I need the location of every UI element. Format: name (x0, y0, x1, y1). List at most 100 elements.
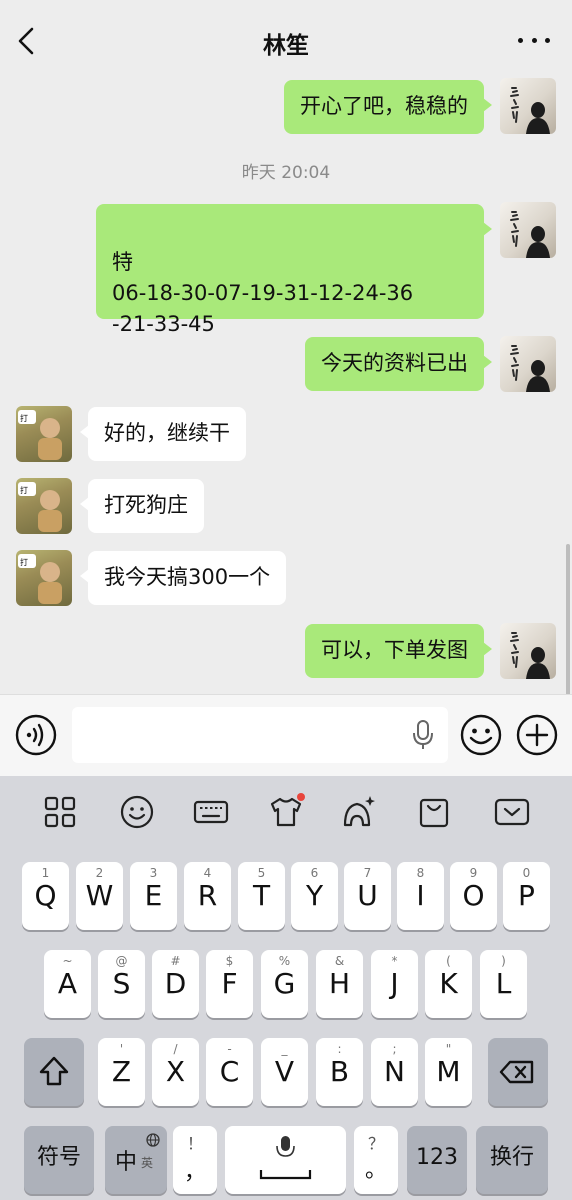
dictation-button[interactable] (410, 719, 436, 751)
contact-avatar[interactable]: 打 (16, 478, 72, 534)
self-avatar[interactable] (500, 623, 556, 679)
key-f[interactable]: $ F (206, 950, 253, 1018)
key-b[interactable]: :B (316, 1038, 363, 1106)
key-c[interactable]: -C (206, 1038, 253, 1106)
self-avatar[interactable] (500, 336, 556, 392)
chat-scrollbar[interactable] (566, 544, 570, 694)
key-t[interactable]: 5T (238, 862, 285, 930)
globe-icon (146, 1133, 160, 1147)
key-label: X (165, 1055, 186, 1088)
key-hint: 9 (469, 866, 478, 880)
backspace-icon (499, 1060, 534, 1084)
chat-title: 林笙 (263, 33, 309, 59)
message-bubble-other[interactable]: 我今天搞300一个 (79, 551, 287, 605)
svg-text:打: 打 (20, 557, 28, 567)
toolbar-skin-button[interactable] (266, 792, 306, 832)
key-y[interactable]: 6Y (291, 862, 338, 930)
key-h[interactable]: & H (316, 950, 363, 1018)
key-hint: - (227, 1042, 232, 1056)
collapse-keyboard-icon (494, 798, 530, 826)
key-hint: % (278, 954, 291, 968)
more-functions-button[interactable] (515, 713, 559, 757)
key-label: B (329, 1055, 350, 1088)
key-label: 符号 (36, 1145, 81, 1170)
key-label: L (495, 967, 512, 1000)
cartoon-avatar-icon: 打 (18, 410, 62, 460)
key-hint: _ (281, 1042, 288, 1056)
ime-keyboard: 1Q 2W 3E 4R 5T 6Y 7U 8I 9O 0P ~ A @ S # D $… (0, 776, 572, 1200)
more-options-button[interactable] (518, 30, 550, 50)
toolbar-emoji-button[interactable] (117, 792, 157, 832)
backspace-key[interactable] (488, 1038, 548, 1106)
key-j[interactable]: * J (371, 950, 418, 1018)
key-w[interactable]: 2W (76, 862, 123, 930)
key-a[interactable]: ~ A (44, 950, 91, 1018)
period-key[interactable]: ？ 。 (354, 1126, 398, 1194)
language-switch-key[interactable]: 中 英 (105, 1126, 167, 1194)
key-hint: # (170, 954, 181, 968)
toolbar-keyboard-button[interactable] (191, 792, 231, 832)
toolbar-ai-button[interactable] (339, 792, 379, 832)
message-bubble-self[interactable]: 今天的资料已出 (305, 337, 492, 391)
contact-avatar[interactable]: 打 (16, 406, 72, 462)
key-n[interactable]: ; N (371, 1038, 418, 1106)
message-bubble-self[interactable]: 开心了吧，稳稳的 (284, 80, 492, 134)
numbers-key[interactable]: 123 (407, 1126, 467, 1194)
emoji-button[interactable] (459, 713, 503, 757)
message-bubble-other[interactable]: 好的，继续干 (80, 407, 246, 461)
message-text-input[interactable] (72, 707, 448, 763)
message-bubble-other[interactable]: 打死狗庄 (80, 479, 204, 533)
key-hint: & (334, 954, 345, 968)
message-text: 今天的资料已出 (321, 351, 468, 375)
self-avatar[interactable] (500, 78, 556, 134)
toolbar-clipboard-button[interactable] (414, 792, 454, 832)
key-label: K (439, 967, 458, 1000)
key-label: D (164, 967, 187, 1000)
key-m[interactable]: " M (425, 1038, 472, 1106)
calligraphy-avatar-icon (510, 632, 550, 679)
self-avatar[interactable] (500, 202, 556, 258)
key-label: U (357, 879, 378, 912)
key-x[interactable]: / X (152, 1038, 199, 1106)
more-dot-icon (518, 37, 523, 43)
key-r[interactable]: 4R (184, 862, 231, 930)
key-u[interactable]: 7U (344, 862, 391, 930)
key-hint: 7 (363, 866, 372, 880)
key-p[interactable]: 0P (503, 862, 550, 930)
key-label: 。 (364, 1158, 387, 1183)
more-dot-icon (545, 37, 550, 43)
message-input-bar (0, 694, 572, 776)
key-s[interactable]: @ S (98, 950, 145, 1018)
toolbar-menu-button[interactable] (40, 792, 80, 832)
space-key[interactable] (225, 1126, 346, 1194)
contact-avatar[interactable]: 打 (16, 550, 72, 606)
smiley-icon (120, 795, 154, 829)
key-hint: @ (115, 954, 128, 968)
key-g[interactable]: % G (261, 950, 308, 1018)
key-o[interactable]: 9O (450, 862, 497, 930)
voice-icon (15, 714, 57, 756)
key-k[interactable]: (K (425, 950, 472, 1018)
key-q[interactable]: 1Q (22, 862, 69, 930)
enter-key[interactable]: 换行 (476, 1126, 548, 1194)
key-i[interactable]: 8I (397, 862, 444, 930)
key-hint: 4 (203, 866, 212, 880)
key-z[interactable]: ' Z (98, 1038, 145, 1106)
voice-input-button[interactable] (14, 713, 58, 757)
key-v[interactable]: _ V (261, 1038, 308, 1106)
key-l[interactable]: ) L (480, 950, 527, 1018)
space-mic-icon (259, 1136, 312, 1180)
key-label: 换行 (489, 1145, 534, 1170)
comma-key[interactable]: ！ ， (173, 1126, 217, 1194)
key-e[interactable]: 3E (130, 862, 177, 930)
key-d[interactable]: # D (152, 950, 199, 1018)
toolbar-collapse-button[interactable] (492, 792, 532, 832)
key-label: Q (34, 879, 57, 912)
message-bubble-self[interactable]: 特 06-18-30-07-19-31-12-24-36 -21-33-45 (96, 204, 492, 336)
shift-icon (39, 1056, 69, 1086)
chat-message-list[interactable]: 开心了吧，稳稳的 昨天 20:04 特 06-18-30-07-19-31-12… (0, 74, 572, 694)
message-bubble-self[interactable]: 可以，下单发图 (305, 624, 492, 678)
shift-key[interactable] (24, 1038, 84, 1106)
symbols-key[interactable]: 符号 (24, 1126, 94, 1194)
svg-text:打: 打 (20, 413, 28, 423)
